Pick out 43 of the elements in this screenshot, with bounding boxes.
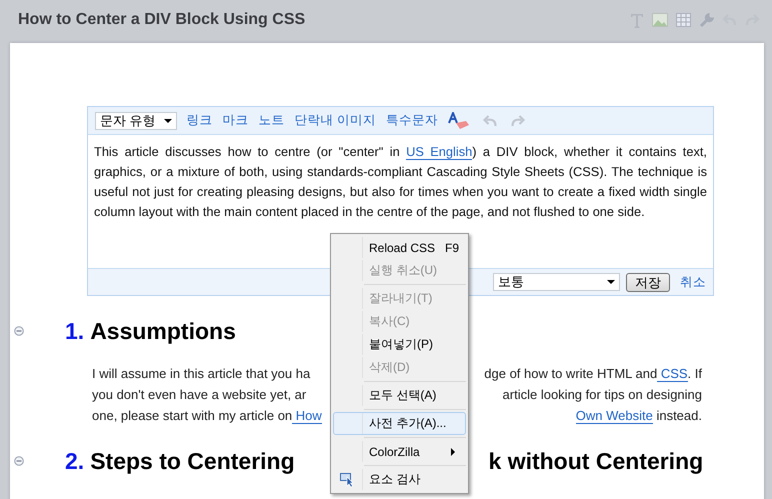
- paragraph-text: one, please start with my article on: [92, 408, 292, 423]
- toolbar-link[interactable]: 단락내 이미지: [294, 112, 376, 129]
- wrench-tool-icon[interactable]: [699, 12, 714, 28]
- section-number: 1.: [65, 318, 84, 345]
- paragraph-text: article looking for tips on designing: [502, 387, 702, 402]
- toolbar-link[interactable]: 링크: [186, 112, 213, 129]
- submenu-arrow-icon: [451, 448, 455, 456]
- table-tool-icon[interactable]: [676, 13, 691, 27]
- cancel-link[interactable]: 취소: [680, 274, 706, 290]
- paragraph-text: . If: [688, 366, 702, 381]
- link[interactable]: Own Website: [576, 408, 653, 424]
- link[interactable]: CSS: [657, 366, 688, 382]
- link[interactable]: US English: [406, 144, 472, 160]
- menu-item[interactable]: Reload CSS F9: [333, 236, 466, 259]
- menu-item[interactable]: 모두 선택(A): [333, 384, 466, 407]
- link[interactable]: How: [292, 408, 322, 424]
- page-title: How to Center a DIV Block Using CSS: [18, 11, 306, 29]
- text-style-dropdown[interactable]: 문자 유형: [95, 112, 177, 130]
- save-button[interactable]: 저장: [626, 272, 670, 292]
- toolbar-link[interactable]: 특수문자: [386, 112, 438, 129]
- collapse-icon[interactable]: [14, 326, 24, 336]
- menu-item[interactable]: 사전 추가(A)...: [333, 412, 466, 435]
- collapse-icon[interactable]: [14, 456, 24, 466]
- size-dropdown[interactable]: 보통: [493, 273, 620, 291]
- paragraph-text: dge of how to write HTML and: [484, 366, 658, 381]
- section-heading: Steps to Centering: [90, 448, 295, 475]
- toolbar-link[interactable]: 노트: [258, 112, 285, 129]
- toolbar-link[interactable]: 마크: [222, 112, 249, 129]
- section-heading: Assumptions: [90, 318, 236, 345]
- section-heading: k without Centering: [488, 448, 704, 475]
- section-number: 2.: [65, 448, 84, 475]
- menu-item[interactable]: ColorZilla: [333, 440, 466, 463]
- menu-item[interactable]: 요소 검사: [333, 468, 466, 491]
- menu-item[interactable]: 붙여넣기(P): [333, 333, 466, 356]
- paragraph-text: instead.: [655, 408, 702, 423]
- caret-icon: [607, 280, 615, 284]
- article-paragraph: This article discusses how to centre (or "center" in US English) a DIV block, whether it contains text, graphics, or a mixture of both, using standards-compliant Cascading Style Sheets (CSS). The technique is useful not just for creating pleasing designs, but also for times when you want to create a fixed width single column layout with the main content placed in the centre of the page, and not flushed to one side.: [94, 143, 707, 221]
- paragraph-text: I will assume in this article that you ha: [92, 366, 310, 381]
- spellcheck-icon[interactable]: [448, 112, 470, 130]
- cursor-icon: [340, 472, 356, 486]
- image-tool-icon[interactable]: [652, 13, 668, 27]
- paragraph-text: you don't even have a website yet, ar: [92, 387, 306, 402]
- caret-icon: [164, 118, 172, 122]
